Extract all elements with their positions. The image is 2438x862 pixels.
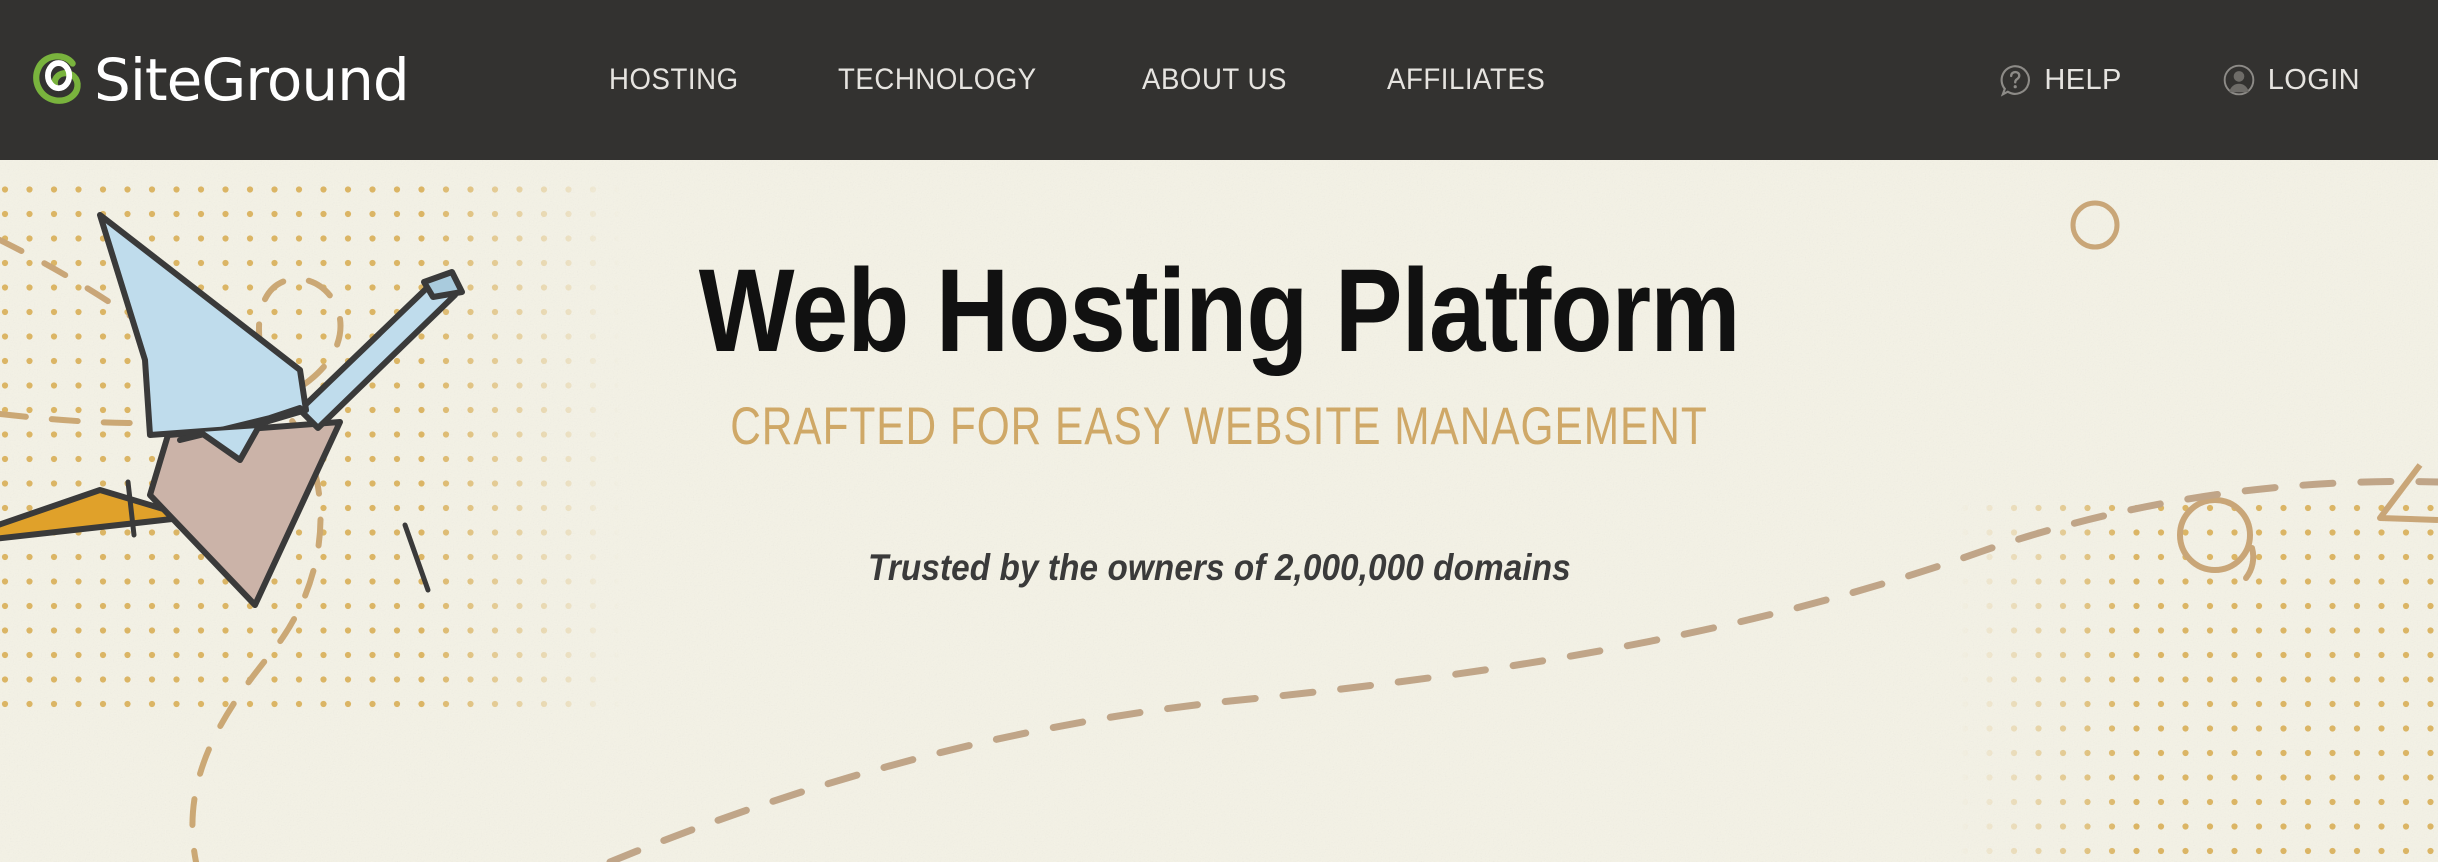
primary-navigation: HOSTING TECHNOLOGY ABOUT US AFFILIATES (609, 63, 1560, 97)
help-link[interactable]: HELP (1998, 63, 2121, 97)
nav-item-hosting[interactable]: HOSTING (609, 63, 739, 97)
question-bubble-icon (2000, 65, 2031, 97)
site-logo-wordmark: SiteGround (94, 46, 410, 114)
hero-title: Web Hosting Platform (698, 245, 1741, 377)
login-link[interactable]: LOGIN (2222, 63, 2360, 97)
hero-subtitle: CRAFTED FOR EASY WEBSITE MANAGEMENT (730, 397, 1708, 456)
user-avatar-icon (2223, 64, 2255, 96)
nav-item-technology[interactable]: TECHNOLOGY (838, 63, 1037, 97)
hero-copy: Web Hosting Platform CRAFTED FOR EASY WE… (0, 160, 2438, 862)
site-logo[interactable]: SiteGround (30, 46, 410, 114)
hero-trustline: Trusted by the owners of 2,000,000 domai… (867, 547, 1571, 588)
site-header: SiteGround HOSTING TECHNOLOGY ABOUT US A… (0, 0, 2438, 160)
siteground-spiral-logo-icon (33, 53, 81, 104)
nav-item-about-us[interactable]: ABOUT US (1142, 63, 1287, 97)
help-label: HELP (2044, 63, 2122, 96)
page-root: SiteGround HOSTING TECHNOLOGY ABOUT US A… (0, 0, 2438, 862)
hero-section: Web Hosting Platform CRAFTED FOR EASY WE… (0, 160, 2438, 862)
login-label: LOGIN (2267, 63, 2360, 96)
nav-item-affiliates[interactable]: AFFILIATES (1387, 63, 1545, 97)
utility-navigation: HELP LOGIN (1998, 63, 2360, 97)
